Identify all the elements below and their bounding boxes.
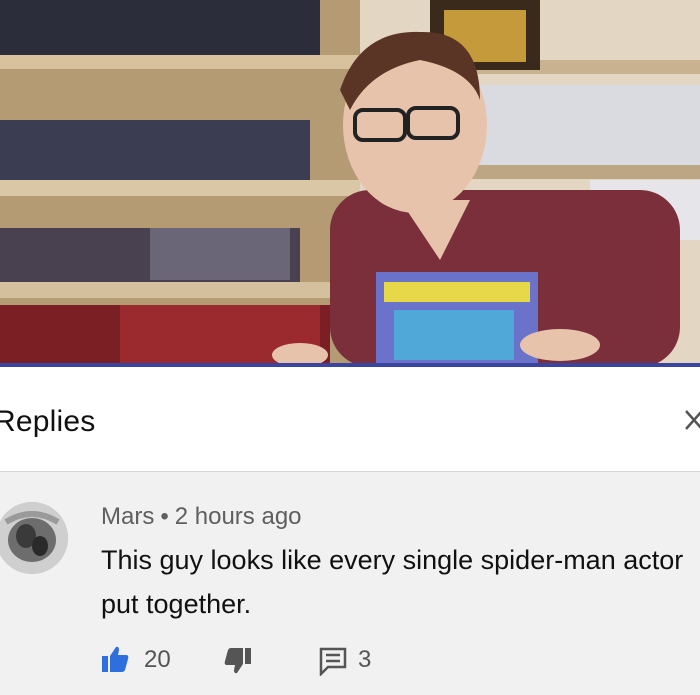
video-frame <box>0 0 700 367</box>
replies-title: Replies <box>0 405 96 438</box>
avatar[interactable] <box>0 502 68 574</box>
thumbs-up-icon[interactable] <box>100 644 130 674</box>
reply-count: 3 <box>358 646 372 673</box>
comment-meta: Mars • 2 hours ago <box>101 503 302 531</box>
avatar-image <box>0 502 68 574</box>
comment-author[interactable]: Mars <box>101 503 154 530</box>
comment-time: 2 hours ago <box>174 503 302 530</box>
video-player[interactable] <box>0 0 700 367</box>
comment-text: This guy looks like every single spider-… <box>101 545 684 619</box>
replies-header: Replies <box>0 367 700 472</box>
thumbs-down-icon[interactable] <box>223 646 253 676</box>
close-icon[interactable] <box>682 405 700 435</box>
comment-item: Mars • 2 hours ago This guy looks like eve… <box>0 472 700 695</box>
like-count: 20 <box>144 646 171 673</box>
meta-separator: • <box>160 503 169 530</box>
reply-icon[interactable] <box>318 646 348 676</box>
